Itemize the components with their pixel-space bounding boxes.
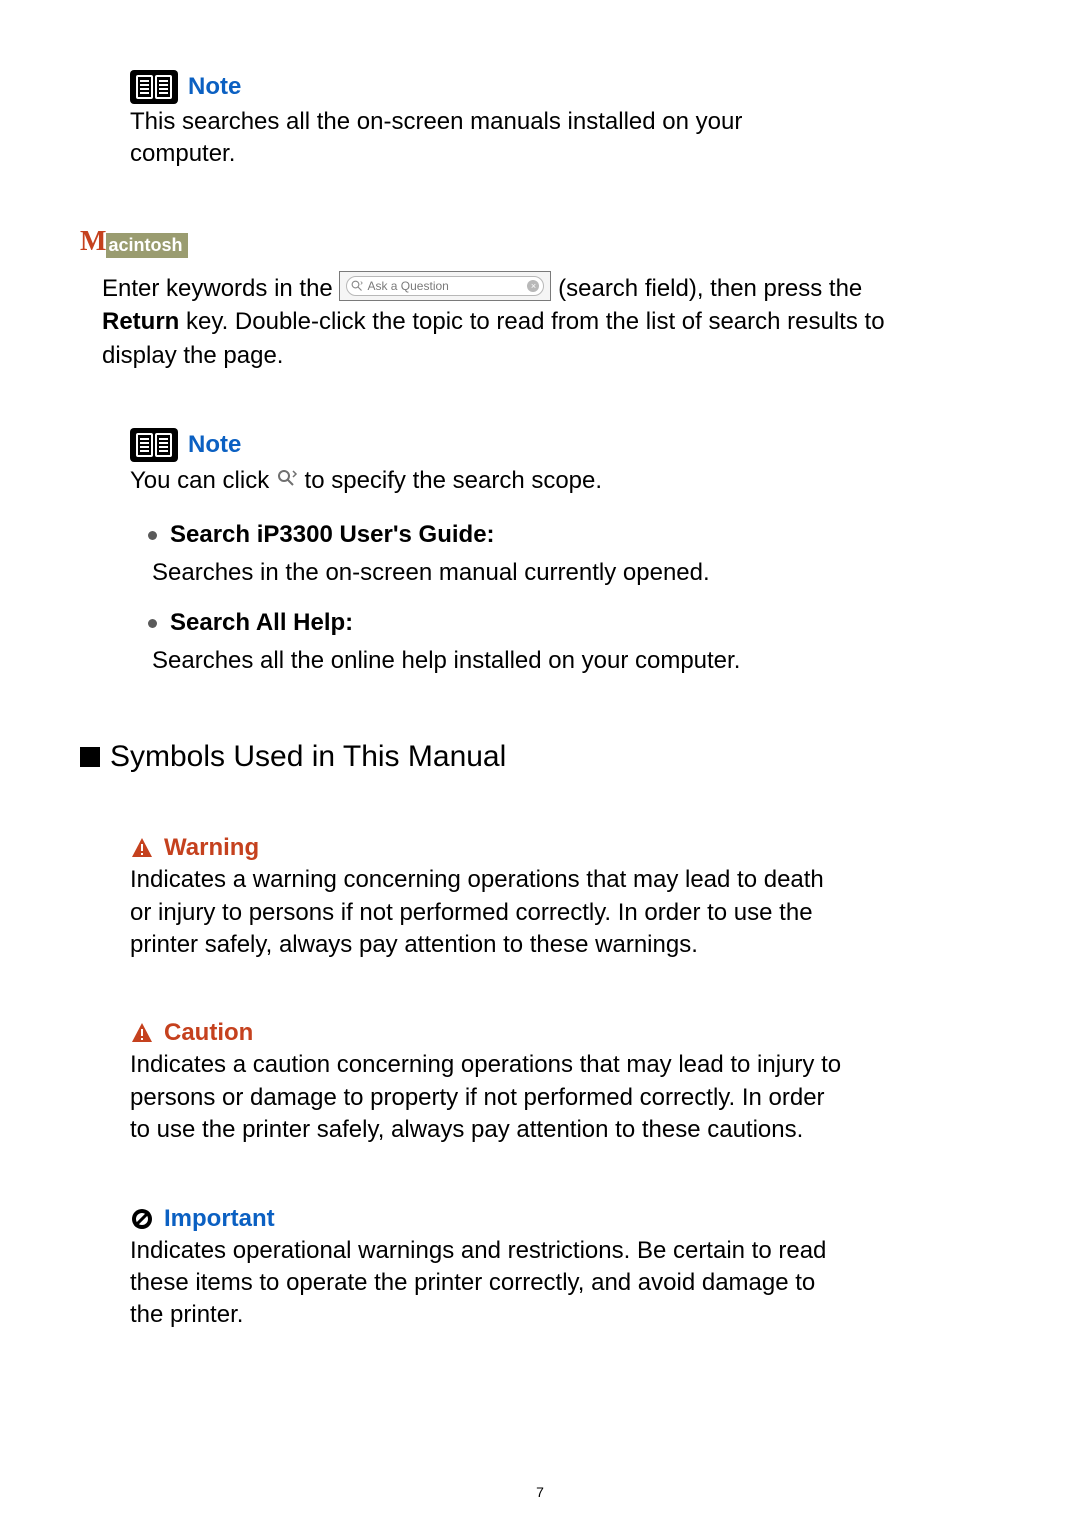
caution-header: Caution — [130, 1019, 1000, 1047]
note-block-1: Note This searches all the on-screen man… — [130, 70, 1000, 171]
section-title: Symbols Used in This Manual — [110, 740, 506, 774]
warning-text: Indicates a warning concerning operation… — [130, 864, 850, 961]
return-key-word: Return — [102, 308, 179, 335]
magnifier-icon — [351, 280, 363, 292]
search-placeholder: Ask a Question — [367, 278, 448, 295]
mac-text-post2: key. Double-click the topic to read from… — [102, 308, 885, 369]
prohibit-icon — [130, 1207, 154, 1231]
mac-m: M — [80, 226, 106, 258]
warning-block: Warning Indicates a warning concerning o… — [130, 834, 1000, 961]
note-header: Note — [130, 70, 1000, 104]
warning-header: Warning — [130, 834, 1000, 862]
bullet-title: Search iP3300 User's Guide: — [170, 521, 1000, 549]
bullet-icon — [148, 531, 157, 540]
macintosh-badge: Macintosh — [80, 226, 188, 258]
caution-icon — [130, 1021, 154, 1045]
bullet-desc: Searches all the online help installed o… — [152, 647, 1000, 675]
square-bullet-icon — [80, 747, 100, 767]
note-text: This searches all the on-screen manuals … — [130, 106, 850, 171]
bullet-desc: Searches in the on-screen manual current… — [152, 559, 1000, 587]
search-pill: Ask a Question × — [346, 276, 544, 296]
section-heading: Symbols Used in This Manual — [80, 740, 1000, 774]
click-text-2: to specify the search scope. — [305, 467, 603, 494]
note-click-text: You can click to specify the search scop… — [130, 464, 1000, 498]
bullet-title: Search All Help: — [170, 609, 1000, 637]
caution-text: Indicates a caution concerning operation… — [130, 1049, 850, 1146]
clear-icon: × — [527, 280, 539, 292]
list-item: Search iP3300 User's Guide: Searches in … — [170, 521, 1000, 587]
list-item: Search All Help: Searches all the online… — [170, 609, 1000, 675]
mac-text-pre: Enter keywords in the — [102, 275, 339, 302]
note-header: Note — [130, 428, 1000, 462]
mac-text-post1: (search field), then press the — [558, 275, 862, 302]
manual-icon — [130, 428, 178, 462]
caution-block: Caution Indicates a caution concerning o… — [130, 1019, 1000, 1146]
search-field-image: Ask a Question × — [339, 271, 551, 301]
document-page: Note This searches all the on-screen man… — [0, 0, 1080, 1528]
important-label: Important — [164, 1205, 275, 1233]
note-block-2: Note You can click to specify the search… — [130, 428, 1000, 676]
bullet-icon — [148, 619, 157, 628]
bullet-list: Search iP3300 User's Guide: Searches in … — [130, 521, 1000, 675]
caution-label: Caution — [164, 1019, 253, 1047]
manual-icon — [130, 70, 178, 104]
note-label: Note — [188, 73, 241, 101]
mac-paragraph: Enter keywords in the Ask a Question × (… — [102, 272, 902, 373]
important-text: Indicates operational warnings and restr… — [130, 1235, 850, 1332]
warning-label: Warning — [164, 834, 259, 862]
important-header: Important — [130, 1205, 1000, 1233]
magnifier-dropdown-icon — [276, 468, 298, 490]
page-number: 7 — [0, 1484, 1080, 1500]
mac-rest: acintosh — [106, 233, 188, 258]
warning-icon — [130, 836, 154, 860]
click-text-1: You can click — [130, 467, 276, 494]
note-label: Note — [188, 431, 241, 459]
important-block: Important Indicates operational warnings… — [130, 1205, 1000, 1332]
